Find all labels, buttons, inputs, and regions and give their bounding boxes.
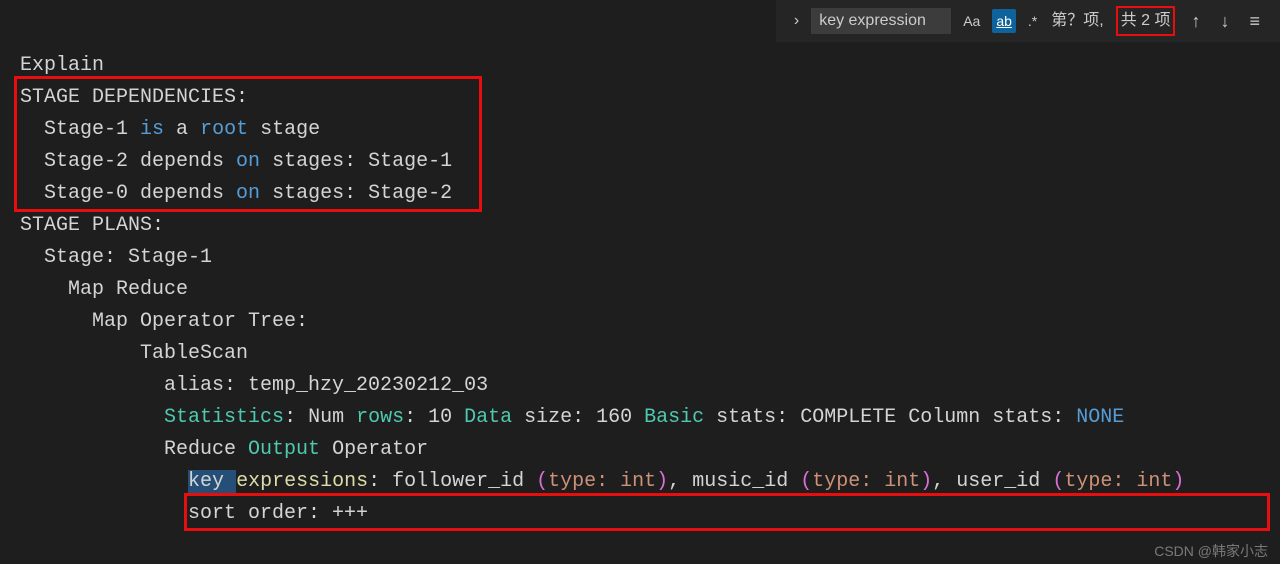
code-line: Map Reduce — [20, 274, 1260, 306]
code-line: Stage-2 depends on stages: Stage-1 — [20, 146, 1260, 178]
code-line: Statistics: Num rows: 10 Data size: 160 … — [20, 402, 1260, 434]
code-line: Stage-1 is a root stage — [20, 114, 1260, 146]
find-toggle-icon[interactable]: › — [790, 8, 803, 34]
find-prev-icon[interactable]: ↑ — [1185, 7, 1206, 36]
find-match-case[interactable]: Aa — [959, 9, 984, 33]
find-match-word[interactable]: ab — [992, 9, 1016, 33]
code-line: TableScan — [20, 338, 1260, 370]
watermark: CSDN @韩家小志 — [1154, 540, 1268, 562]
code-line: STAGE PLANS: — [20, 210, 1260, 242]
code-line: Map Operator Tree: — [20, 306, 1260, 338]
editor-content[interactable]: Explain STAGE DEPENDENCIES: Stage-1 is a… — [0, 0, 1280, 530]
find-regex[interactable]: .* — [1024, 9, 1041, 33]
find-status-prefix: 第？项, — [1051, 8, 1103, 34]
code-line: STAGE DEPENDENCIES: — [20, 82, 1260, 114]
code-line: alias: temp_hzy_20230212_03 — [20, 370, 1260, 402]
code-line: Reduce Output Operator — [20, 434, 1260, 466]
match-highlight: key — [188, 470, 224, 493]
find-next-icon[interactable]: ↓ — [1214, 7, 1235, 36]
find-input[interactable] — [811, 8, 951, 34]
code-line: Stage-0 depends on stages: Stage-2 — [20, 178, 1260, 210]
code-line: Stage: Stage-1 — [20, 242, 1260, 274]
code-line: sort order: +++ — [20, 498, 1260, 530]
code-line: key expressions: follower_id (type: int)… — [20, 466, 1260, 498]
code-line: Explain — [20, 50, 1260, 82]
find-status-total: 共 2 项 — [1116, 6, 1176, 36]
find-menu-icon[interactable]: ≡ — [1243, 7, 1266, 36]
find-bar: › Aa ab .* 第？项, 共 2 项 ↑ ↓ ≡ — [776, 0, 1280, 42]
